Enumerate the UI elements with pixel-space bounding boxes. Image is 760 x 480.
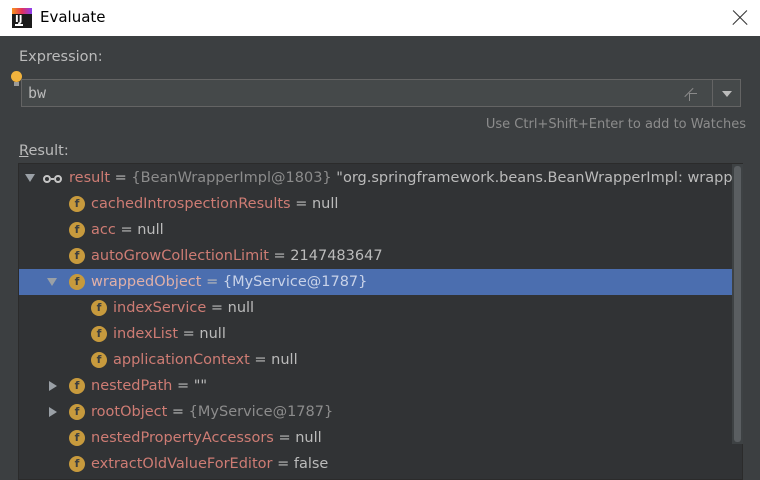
tree-row-field[interactable]: f rootObject = {MyService@1787} [19, 399, 732, 425]
expression-history-dropdown[interactable] [713, 79, 741, 107]
close-icon[interactable] [726, 4, 754, 32]
field-icon: f [69, 222, 85, 238]
field-icon: f [91, 300, 107, 316]
tree-row-field[interactable]: f extractOldValueForEditor = false [19, 451, 732, 477]
tree-row-wrapped-object[interactable]: f wrappedObject = {MyService@1787} [19, 269, 732, 295]
tree-row-field[interactable]: f cachedIntrospectionResults = null [19, 191, 732, 217]
tree-row-field[interactable]: f applicationContext = null [19, 347, 732, 373]
tree-row-field[interactable]: f indexList = null [19, 321, 732, 347]
watches-hint: Use Ctrl+Shift+Enter to add to Watches [485, 117, 746, 132]
field-icon: f [69, 430, 85, 446]
field-icon: f [69, 378, 85, 394]
result-label: Result: [19, 143, 69, 159]
tree-row-field[interactable]: f autoGrowCollectionLimit = 2147483647 [19, 243, 732, 269]
field-icon: f [69, 404, 85, 420]
tree-row-field[interactable]: f nestedPath = "" [19, 373, 732, 399]
field-icon: f [69, 456, 85, 472]
scrollbar-thumb[interactable] [734, 166, 741, 442]
tree-row-field[interactable]: f nestedPropertyAccessors = null [19, 425, 732, 451]
collapse-arrow-icon[interactable] [47, 278, 57, 286]
tree-row-field[interactable]: f indexService = null [19, 295, 732, 321]
expression-label: Expression: [19, 49, 103, 65]
watch-result-icon [43, 175, 67, 183]
collapse-arrow-icon[interactable] [25, 174, 35, 182]
tree-row-result[interactable]: result = {BeanWrapperImpl@1803} "org.spr… [19, 165, 742, 191]
vertical-scrollbar[interactable] [732, 164, 743, 444]
field-icon: f [69, 248, 85, 264]
field-icon: f [91, 326, 107, 342]
tree-row-field[interactable]: f acc = null [19, 217, 732, 243]
field-icon: f [91, 352, 107, 368]
intellij-app-icon: IJ [12, 8, 32, 28]
field-icon: f [69, 274, 85, 290]
expression-input[interactable] [21, 79, 713, 107]
expand-arrow-icon[interactable] [49, 381, 57, 391]
title-bar: IJ Evaluate [0, 0, 760, 36]
window-title: Evaluate [40, 8, 106, 26]
expand-arrow-icon[interactable] [49, 407, 57, 417]
field-icon: f [69, 196, 85, 212]
expand-editor-icon[interactable] [681, 85, 697, 101]
chevron-down-icon [722, 91, 732, 97]
result-tree[interactable]: result = {BeanWrapperImpl@1803} "org.spr… [18, 163, 743, 480]
